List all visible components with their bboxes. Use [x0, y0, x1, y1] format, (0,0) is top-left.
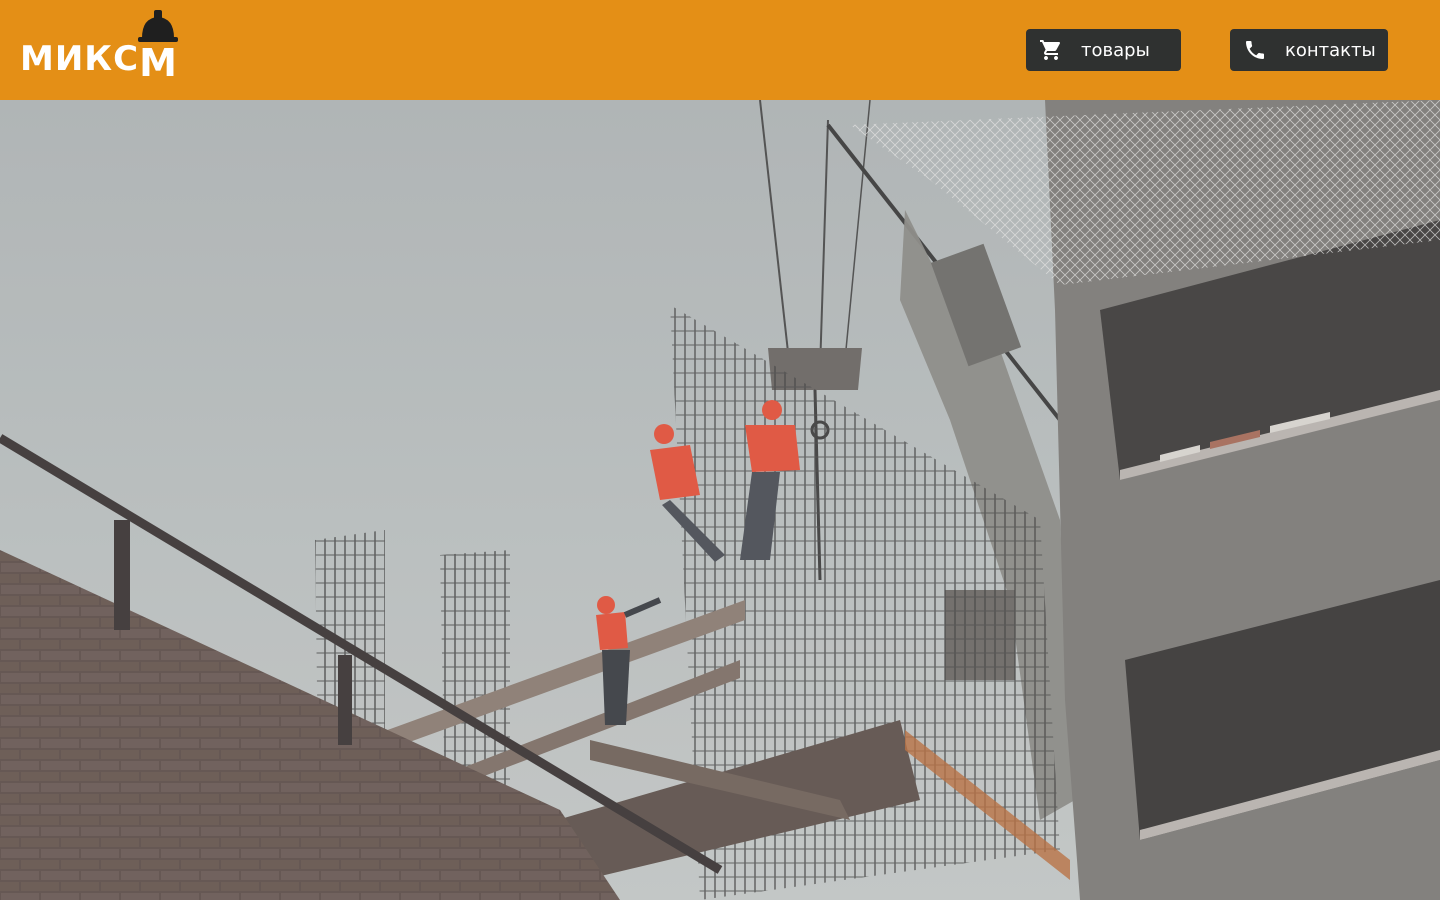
site-header: МИКС M товары контакты [0, 0, 1440, 100]
phone-icon [1243, 38, 1267, 62]
contacts-label: контакты [1285, 39, 1376, 61]
logo-mark-letter: M [139, 41, 177, 80]
contacts-button[interactable]: контакты [1230, 29, 1388, 71]
hero-photo [0, 100, 1440, 900]
hardhat-logo-icon: M [138, 10, 178, 80]
logo-text: МИКС [20, 39, 140, 79]
construction-site-photo [0, 100, 1440, 900]
goods-label: товары [1081, 39, 1150, 61]
goods-button[interactable]: товары [1026, 29, 1181, 71]
logo[interactable]: МИКС M [20, 8, 195, 88]
cart-icon [1039, 38, 1063, 62]
